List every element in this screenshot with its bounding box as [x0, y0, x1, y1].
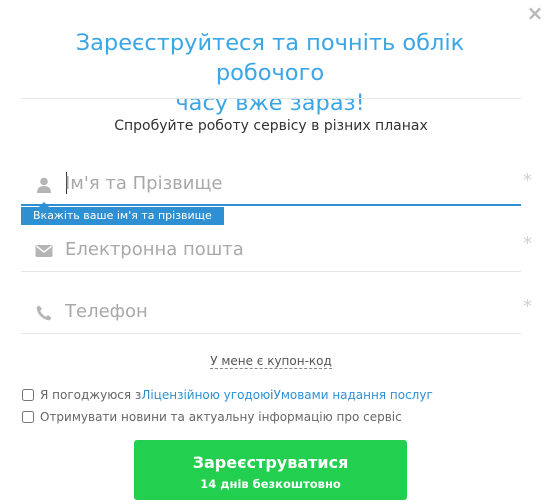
agree-checkbox[interactable]: [22, 389, 34, 401]
license-link[interactable]: Ліцензійною угодою: [141, 388, 270, 402]
name-tooltip: Вкажіть ваше ім'я та прізвище: [21, 202, 224, 225]
news-checkbox[interactable]: [22, 411, 34, 423]
register-button[interactable]: Зареєструватися 14 днів безкоштовно: [134, 440, 407, 500]
agree-prefix: Я погоджуюся з: [40, 388, 142, 402]
name-input[interactable]: [65, 166, 485, 200]
dialog-title: Зареєструйтеся та почніть облік робочого…: [20, 28, 520, 118]
phone-input[interactable]: [65, 294, 485, 328]
email-required-mark: *: [523, 233, 532, 254]
user-icon: [37, 177, 51, 193]
envelope-icon: [35, 245, 53, 257]
name-field[interactable]: [21, 162, 521, 206]
news-label: Отримувати новини та актуальну інформаці…: [40, 410, 402, 424]
close-icon[interactable]: ×: [526, 3, 544, 23]
title-line-2: часу вже зараз!: [175, 90, 365, 116]
email-field[interactable]: [21, 228, 521, 272]
register-button-label: Зареєструватися: [192, 453, 349, 472]
email-input[interactable]: [65, 232, 485, 266]
register-button-sublabel: 14 днів безкоштовно: [200, 477, 341, 491]
phone-icon: [36, 305, 52, 321]
email-underline: [21, 271, 521, 272]
coupon-link[interactable]: У мене є купон-код: [210, 354, 332, 369]
title-line-1: Зареєструйтеся та почніть облік робочого: [75, 30, 465, 86]
name-underline: [21, 204, 521, 206]
phone-underline: [21, 333, 521, 334]
terms-link[interactable]: Умовами надання послуг: [274, 388, 433, 402]
phone-required-mark: *: [523, 296, 532, 317]
coupon-row: У мене є купон-код: [21, 350, 521, 369]
subtitle: Спробуйте роботу сервісу в різних планах: [114, 118, 428, 134]
agree-row: Я погоджуюся з Ліцензійною угодою і Умов…: [22, 388, 433, 402]
phone-field[interactable]: [21, 290, 521, 334]
divider: [21, 98, 521, 99]
news-row: Отримувати новини та актуальну інформаці…: [22, 410, 402, 424]
name-required-mark: *: [523, 170, 532, 191]
